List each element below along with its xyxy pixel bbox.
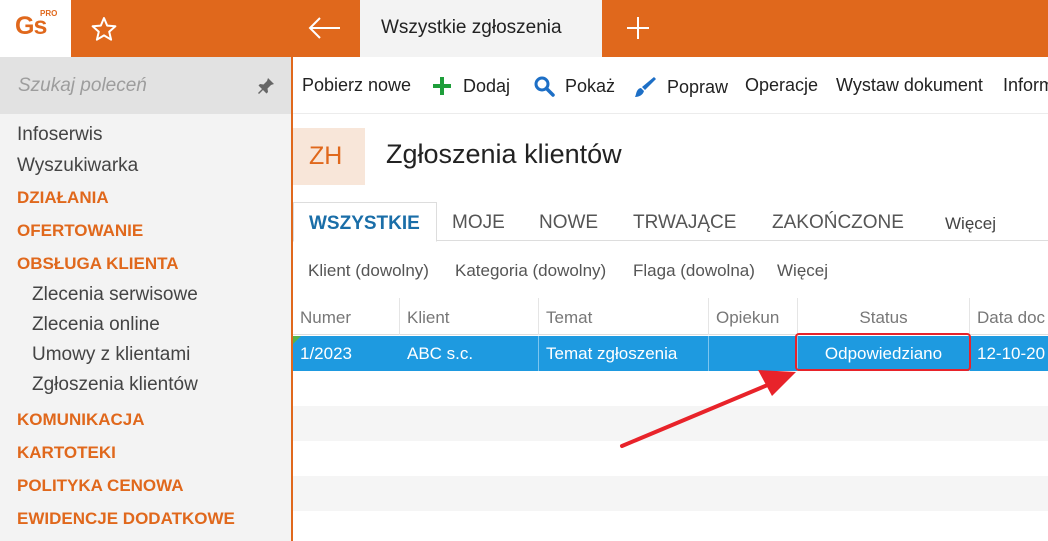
column-header-client[interactable]: Klient bbox=[400, 298, 539, 335]
empty-row bbox=[293, 371, 1048, 406]
pin-icon[interactable] bbox=[257, 77, 275, 95]
filter-client[interactable]: Klient (dowolny) bbox=[308, 261, 429, 281]
logo[interactable]: Gs PRO bbox=[0, 0, 71, 57]
command-search-input[interactable] bbox=[0, 57, 250, 114]
issue-document-label: Wystaw dokument bbox=[836, 75, 983, 95]
add-button[interactable]: Dodaj bbox=[431, 75, 510, 97]
logo-badge: PRO bbox=[40, 9, 58, 18]
edit-button[interactable]: Popraw bbox=[633, 75, 728, 99]
tab-mine[interactable]: MOJE bbox=[452, 212, 505, 234]
show-button[interactable]: Pokaż bbox=[533, 75, 615, 97]
filter-flag[interactable]: Flaga (dowolna) bbox=[633, 261, 755, 281]
info-label: Inform bbox=[1003, 75, 1048, 95]
status-highlight-box bbox=[795, 333, 971, 371]
show-label: Pokaż bbox=[565, 75, 616, 96]
tab-finished[interactable]: ZAKOŃCZONE bbox=[772, 212, 904, 234]
empty-row bbox=[293, 441, 1048, 476]
search-icon bbox=[534, 76, 555, 97]
tab-ongoing[interactable]: TRWAJĄCE bbox=[633, 212, 736, 234]
table-header: Numer Klient Temat Opiekun Status Data d… bbox=[293, 298, 1048, 335]
tickets-table: Numer Klient Temat Opiekun Status Data d… bbox=[293, 298, 1048, 541]
module-badge: ZH bbox=[293, 128, 365, 185]
sidebar: Infoserwis Wyszukiwarka DZIAŁANIA OFERTOWAN… bbox=[0, 57, 291, 541]
brush-icon bbox=[635, 77, 656, 97]
tab-new[interactable]: NOWE bbox=[539, 212, 598, 234]
add-tab-button[interactable] bbox=[620, 12, 656, 44]
sidebar-section-ofertowanie[interactable]: OFERTOWANIE bbox=[17, 221, 143, 241]
arrow-left-icon bbox=[308, 17, 340, 39]
tab-all-tickets[interactable]: Wszystkie zgłoszenia bbox=[360, 0, 602, 57]
favorite-button[interactable] bbox=[88, 13, 120, 45]
plus-icon bbox=[433, 77, 451, 95]
sidebar-item-infoserwis[interactable]: Infoserwis bbox=[17, 124, 103, 146]
column-header-owner[interactable]: Opiekun bbox=[709, 298, 798, 335]
empty-row bbox=[293, 406, 1048, 441]
download-new-button[interactable]: Pobierz nowe bbox=[302, 75, 411, 96]
edit-label: Popraw bbox=[667, 76, 729, 97]
command-search bbox=[0, 57, 291, 114]
sidebar-section-komunikacja[interactable]: KOMUNIKACJA bbox=[17, 410, 145, 430]
tab-all-tickets-label: Wszystkie zgłoszenia bbox=[381, 17, 562, 38]
top-bar: Gs PRO Wszystkie zgłoszenia bbox=[0, 0, 1048, 57]
sidebar-section-dzialania[interactable]: DZIAŁANIA bbox=[17, 188, 109, 208]
status-tabs: WSZYSTKIE MOJE NOWE TRWAJĄCE ZAKOŃCZONE … bbox=[293, 202, 1048, 242]
column-header-date[interactable]: Data doc bbox=[970, 298, 1048, 335]
sidebar-section-polityka-cenowa[interactable]: POLITYKA CENOWA bbox=[17, 476, 184, 496]
cell-date: 12-10-20 bbox=[977, 344, 1046, 363]
empty-row bbox=[293, 476, 1048, 511]
sidebar-item-umowy-z-klientami[interactable]: Umowy z klientami bbox=[32, 344, 190, 366]
info-button[interactable]: Inform bbox=[1003, 75, 1048, 96]
sidebar-item-zlecenia-serwisowe[interactable]: Zlecenia serwisowe bbox=[32, 284, 198, 306]
column-header-number[interactable]: Numer bbox=[293, 298, 400, 335]
column-header-status[interactable]: Status bbox=[798, 298, 970, 335]
sidebar-item-zlecenia-online[interactable]: Zlecenia online bbox=[32, 314, 160, 336]
filter-more[interactable]: Więcej bbox=[777, 261, 828, 281]
toolbar: Pobierz nowe Dodaj Pokaż Popraw Operacje… bbox=[293, 57, 1048, 113]
empty-row bbox=[293, 511, 1048, 541]
column-header-subject[interactable]: Temat bbox=[539, 298, 709, 335]
cell-owner bbox=[709, 336, 798, 371]
star-icon bbox=[91, 17, 117, 41]
tab-all[interactable]: WSZYSTKIE bbox=[293, 202, 437, 242]
back-button[interactable] bbox=[304, 12, 344, 44]
page-title: Zgłoszenia klientów bbox=[386, 139, 622, 169]
operations-label: Operacje bbox=[745, 75, 819, 95]
operations-button[interactable]: Operacje bbox=[745, 75, 818, 96]
filter-category[interactable]: Kategoria (dowolny) bbox=[455, 261, 606, 281]
cell-client: ABC s.c. bbox=[400, 336, 539, 371]
issue-document-button[interactable]: Wystaw dokument bbox=[836, 75, 983, 96]
plus-icon bbox=[627, 17, 649, 39]
sidebar-section-ewidencje-dodatkowe[interactable]: EWIDENCJE DODATKOWE bbox=[17, 509, 235, 529]
sidebar-item-wyszukiwarka[interactable]: Wyszukiwarka bbox=[17, 155, 138, 177]
module-badge-label: ZH bbox=[309, 142, 343, 170]
download-new-label: Pobierz nowe bbox=[302, 75, 412, 95]
sidebar-item-zgloszenia-klientow[interactable]: Zgłoszenia klientów bbox=[32, 374, 198, 396]
cell-subject: Temat zgłoszenia bbox=[539, 336, 709, 371]
tab-more[interactable]: Więcej bbox=[945, 214, 996, 234]
add-label: Dodaj bbox=[463, 75, 511, 96]
sidebar-section-kartoteki[interactable]: KARTOTEKI bbox=[17, 443, 116, 463]
toolbar-divider bbox=[293, 113, 1048, 114]
sidebar-section-obsluga-klienta[interactable]: OBSŁUGA KLIENTA bbox=[17, 254, 179, 274]
